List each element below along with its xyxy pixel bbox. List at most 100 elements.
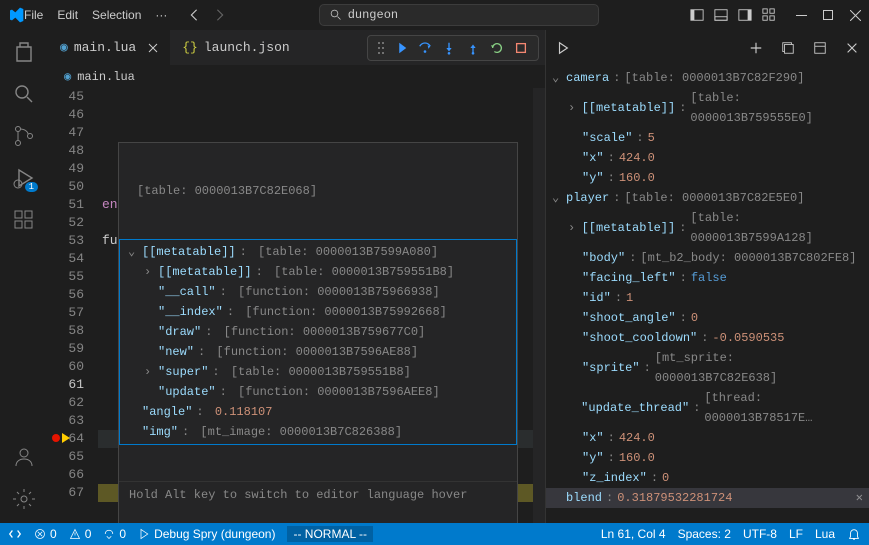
variable-row[interactable]: "z_index": 0 [546,468,869,488]
variable-row[interactable]: ⌄camera: [table: 0000013B7C82F290] [546,68,869,88]
forward-icon[interactable] [213,8,227,22]
main-menu: File Edit Selection ··· [24,8,167,22]
variable-row[interactable]: ›[[metatable]]: [table: 0000013B7599A128… [546,208,869,248]
json-file-icon: {} [182,40,198,55]
variable-row[interactable]: "y": 160.0 [546,168,869,188]
hover-row[interactable]: "__call": [function: 0000013B75966938] [120,282,516,302]
nav-arrows [187,8,227,22]
panel-right-icon[interactable] [738,8,752,22]
git-icon[interactable] [12,124,36,148]
variable-row[interactable]: "y": 160.0 [546,448,869,468]
customize-layout-icon[interactable] [762,8,776,22]
problems-warnings[interactable]: 0 [69,527,92,541]
search-icon [330,9,342,21]
activity-bar [0,30,48,523]
variable-row[interactable]: "x": 424.0 [546,428,869,448]
window-controls [796,10,861,21]
variable-row[interactable]: "scale": 5 [546,128,869,148]
account-icon[interactable] [12,445,36,469]
variable-row[interactable]: "shoot_angle": 0 [546,308,869,328]
code-editor[interactable]: 4546474849505152535455565758596061626364… [48,88,545,523]
command-center: dungeon [227,4,690,26]
indentation[interactable]: Spaces: 2 [678,527,731,541]
variable-row[interactable]: "shoot_cooldown": -0.0590535 [546,328,869,348]
minimize-icon[interactable] [796,10,807,21]
breadcrumb[interactable]: ◉ main.lua [48,65,545,88]
drag-handle-icon[interactable] [378,41,384,55]
cursor-position[interactable]: Ln 61, Col 4 [601,527,666,541]
variables-tree[interactable]: ⌄camera: [table: 0000013B7C82F290]›[[met… [546,65,869,523]
collapse-icon[interactable] [781,41,795,55]
variable-row[interactable]: "sprite": [mt_sprite: 0000013B7C82E638] [546,348,869,388]
tab-label: launch.json [204,40,290,55]
layout-controls [690,8,776,22]
menu-edit[interactable]: Edit [57,8,78,22]
variable-row[interactable]: blend: 0.31879532281724✕ [546,488,869,508]
maximize-icon[interactable] [823,10,834,21]
search-sidebar-icon[interactable] [12,82,36,106]
variable-row[interactable]: ⌄player: [table: 0000013B7C82E5E0] [546,188,869,208]
repl-icon[interactable] [813,41,827,55]
notifications-icon[interactable] [847,527,861,541]
hover-row[interactable]: "__index": [function: 0000013B75992668] [120,302,516,322]
restart-icon[interactable] [490,41,504,55]
add-icon[interactable] [749,41,763,55]
tab-close-icon[interactable] [148,43,158,53]
close-icon[interactable] [850,10,861,21]
continue-small-icon[interactable] [556,41,570,55]
variable-row[interactable]: "update_thread": [thread: 0000013B78517E… [546,388,869,428]
problems-errors[interactable]: 0 [34,527,57,541]
hover-row[interactable]: "new": [function: 0000013B7596AE88] [120,342,516,362]
lua-file-icon: ◉ [60,40,68,55]
statusbar: 0 0 0 Debug Spry (dungeon) -- NORMAL -- … [0,523,869,545]
menu-selection[interactable]: Selection [92,8,141,22]
back-icon[interactable] [187,8,201,22]
continue-icon[interactable] [394,41,408,55]
code-content[interactable]: draw_fixtures = false spry.clear_color(4… [98,88,545,523]
variable-row[interactable]: "id": 1 [546,288,869,308]
step-out-icon[interactable] [466,41,480,55]
variable-row[interactable]: ›[[metatable]]: [table: 0000013B759555E0… [546,88,869,128]
debug-panel-toolbar [546,30,869,65]
variable-row[interactable]: "x": 424.0 [546,148,869,168]
settings-icon[interactable] [12,487,36,511]
extensions-icon[interactable] [12,208,36,232]
search-input[interactable]: dungeon [319,4,599,26]
hover-row[interactable]: "angle": 0.118107 [120,402,516,422]
explorer-icon[interactable] [12,40,36,64]
step-over-icon[interactable] [418,41,432,55]
debug-target[interactable]: Debug Spry (dungeon) [138,527,275,541]
variable-row[interactable]: "facing_left": false [546,268,869,288]
language-mode[interactable]: Lua [815,527,835,541]
encoding[interactable]: UTF-8 [743,527,777,541]
hover-row[interactable]: "draw": [function: 0000013B759677C0] [120,322,516,342]
eol[interactable]: LF [789,527,803,541]
tab-launch-json[interactable]: {} launch.json [170,30,301,65]
ports[interactable]: 0 [103,527,126,541]
menu-file[interactable]: File [24,8,43,22]
tab-main-lua[interactable]: ◉ main.lua [48,30,170,65]
stop-icon[interactable] [514,41,528,55]
lua-file-icon: ◉ [64,69,71,84]
line-gutter: 4546474849505152535455565758596061626364… [48,88,98,523]
step-into-icon[interactable] [442,41,456,55]
debug-icon[interactable] [12,166,36,190]
hover-row[interactable]: ›[[metatable]]: [table: 0000013B759551B8… [120,262,516,282]
hover-row[interactable]: ›"super": [table: 0000013B759551B8] [120,362,516,382]
remote-indicator[interactable] [8,527,22,541]
minimap[interactable] [533,88,545,523]
variable-row[interactable]: "body": [mt_b2_body: 0000013B7C802FE8] [546,248,869,268]
menu-more-icon[interactable]: ··· [155,8,167,22]
debug-panel: ⌄camera: [table: 0000013B7C82F290]›[[met… [545,30,869,523]
panel-left-icon[interactable] [690,8,704,22]
panel-close-icon[interactable] [845,41,859,55]
hover-popup: [table: 0000013B7C82E068] ⌄[[metatable]]… [118,142,518,523]
tab-label: main.lua [74,40,136,55]
hover-row[interactable]: "img": [mt_image: 0000013B7C826388] [120,422,516,442]
remove-watch-icon[interactable]: ✕ [856,488,863,508]
hover-row[interactable]: ⌄[[metatable]]: [table: 0000013B7599A080… [120,242,516,262]
search-text: dungeon [348,8,398,22]
hover-row[interactable]: "update": [function: 0000013B7596AEE8] [120,382,516,402]
vim-mode: -- NORMAL -- [287,526,373,542]
panel-bottom-icon[interactable] [714,8,728,22]
